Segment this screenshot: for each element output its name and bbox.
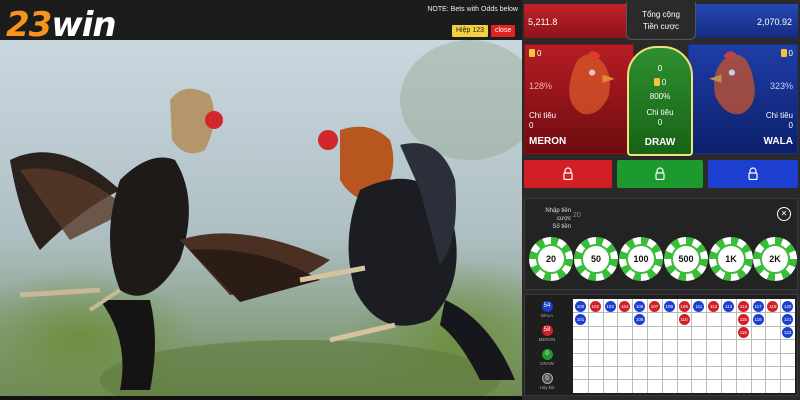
- total-bets-label: Tổng cộng Tiền cược: [626, 2, 696, 40]
- clear-amount-button[interactable]: ✕: [777, 207, 791, 221]
- video-stream: NOTE: Bets with Odds below Hiệp 123 clos…: [0, 0, 522, 400]
- lock-icon: [655, 167, 665, 180]
- result-bead: 113: [723, 300, 734, 312]
- result-bead: 111: [693, 300, 705, 312]
- grid-line: [573, 366, 795, 367]
- draw-spend-label: Chi tiêu: [646, 108, 674, 117]
- result-bead: 118: [752, 313, 764, 325]
- chip-1k[interactable]: 1K: [709, 237, 753, 281]
- coin-icon: [780, 49, 787, 57]
- meron-spend: 0: [529, 121, 534, 130]
- result-bead: 102: [589, 300, 601, 312]
- result-bead: 119: [767, 300, 779, 312]
- result-bead: 103: [604, 300, 616, 312]
- results-history: 54 WALA 58 MERON 0 DRAW 0 Hủy Bỏ 100 101 1…: [524, 294, 798, 396]
- result-bead: 115: [737, 313, 749, 325]
- result-bead: 105: [634, 300, 646, 312]
- chip-20[interactable]: 20: [529, 237, 573, 281]
- draw-name: DRAW: [644, 137, 676, 148]
- draw-percent: 800%: [649, 92, 671, 101]
- bet-label-line2: Số tiền: [552, 224, 571, 230]
- result-bead: 114: [737, 300, 749, 312]
- coin-icon: [653, 78, 660, 86]
- round-number: 123: [472, 27, 485, 34]
- wala-side-card[interactable]: 0 323% Chi tiêu 0 WALA: [688, 44, 798, 154]
- chip-selector: Nhập tiền cược Số tiền 20 ✕ 20 50 100 50…: [524, 198, 798, 290]
- wala-spend: 0: [788, 121, 793, 130]
- total-label-line2: Tiền cược: [642, 22, 680, 31]
- result-bead: 116: [737, 327, 749, 339]
- chip-100[interactable]: 100: [619, 237, 663, 281]
- draw-bet: 0: [629, 78, 691, 87]
- legend-draw: 0 DRAW: [540, 349, 554, 366]
- bet-amount-label: Nhập tiền cược Số tiền: [531, 207, 571, 231]
- bet-amount-input[interactable]: 20: [573, 212, 581, 219]
- game-root: NOTE: Bets with Odds below Hiệp 123 clos…: [0, 0, 800, 400]
- legend-cancel: 0 Hủy Bỏ: [533, 373, 561, 397]
- coin-icon: [529, 49, 535, 57]
- bet-wala-button[interactable]: [708, 160, 798, 188]
- meron-percent: 128%: [529, 81, 553, 91]
- logo-word: win: [51, 5, 116, 45]
- bet-label-line1: Nhập tiền cược: [545, 208, 571, 222]
- bet-draw-button[interactable]: [617, 160, 703, 188]
- chip-500[interactable]: 500: [664, 237, 708, 281]
- wala-bet: 0: [780, 49, 793, 58]
- result-bead: 120: [782, 300, 794, 312]
- wala-name: WALA: [763, 136, 793, 147]
- round-label: Hiệp: [456, 27, 471, 34]
- bet-sides: 0 128% Chi tiêu 0 MERON 0 323% Chi tiêu …: [522, 42, 800, 156]
- meron-name: MERON: [529, 136, 567, 147]
- grid-line: [573, 325, 795, 327]
- history-legend: 54 WALA 58 MERON 0 DRAW 0 Hủy Bỏ: [533, 301, 561, 397]
- cockfight-video-frame: [0, 40, 522, 396]
- result-bead: 101: [575, 313, 586, 325]
- result-bead: 108: [663, 300, 675, 312]
- wala-spend-label: Chi tiêu: [765, 111, 793, 120]
- legend-wala: 54 WALA: [540, 301, 554, 318]
- total-label-line1: Tổng cộng: [642, 10, 680, 19]
- meron-spend-label: Chi tiêu: [529, 111, 557, 120]
- draw-side-card[interactable]: 0 0 800% Chi tiêu 0 DRAW: [627, 46, 693, 156]
- close-button[interactable]: close: [491, 25, 516, 37]
- rooster-head-icon: [709, 51, 755, 115]
- bet-lock-row: [522, 158, 800, 190]
- meron-bet: 0: [529, 49, 541, 58]
- meron-total: 5,211.8: [528, 17, 558, 27]
- result-bead: 109: [678, 300, 690, 312]
- lock-icon: [563, 167, 573, 180]
- grid-line: [573, 339, 795, 341]
- result-bead: 100: [575, 300, 586, 312]
- round-badge: Hiệp 123: [452, 25, 489, 37]
- result-bead: 106: [634, 313, 646, 325]
- grid-line: [573, 379, 795, 381]
- wala-total: 2,070.92: [756, 17, 792, 27]
- bead-road-grid: 100 101 102 103 104 105 106 107 108 109 110 111 112 1…: [573, 299, 795, 393]
- result-bead: 121: [782, 313, 794, 325]
- rooster-head-icon: [569, 51, 615, 115]
- result-bead: 107: [649, 300, 660, 312]
- bet-meron-button[interactable]: [524, 160, 612, 188]
- draw-spend: 0: [657, 118, 663, 127]
- result-bead: 122: [782, 327, 794, 339]
- result-bead: 110: [678, 313, 690, 325]
- wala-total-box: 2,070.92: [688, 4, 798, 38]
- result-bead: 104: [619, 300, 631, 312]
- legend-meron: 58 MERON: [538, 325, 556, 342]
- lock-icon: [748, 167, 758, 180]
- brand-logo: 23win: [6, 5, 117, 45]
- chip-50[interactable]: 50: [574, 237, 618, 281]
- betting-panel: 5,211.8 2,070.92 Tổng cộng Tiền cược 0 1…: [522, 0, 800, 400]
- grid-line: [573, 352, 795, 354]
- logo-number: 23: [6, 5, 52, 45]
- meron-total-box: 5,211.8: [524, 4, 634, 38]
- result-bead: 112: [708, 300, 720, 312]
- meron-side-card[interactable]: 0 128% Chi tiêu 0 MERON: [524, 44, 634, 154]
- odds-note: NOTE: Bets with Odds below: [427, 6, 518, 13]
- wala-percent: 323%: [769, 81, 793, 91]
- chip-2k[interactable]: 2K: [753, 237, 797, 281]
- result-bead: 117: [752, 300, 764, 312]
- totals-bar: 5,211.8 2,070.92 Tổng cộng Tiền cược: [522, 0, 800, 42]
- draw-top: 0: [657, 64, 663, 73]
